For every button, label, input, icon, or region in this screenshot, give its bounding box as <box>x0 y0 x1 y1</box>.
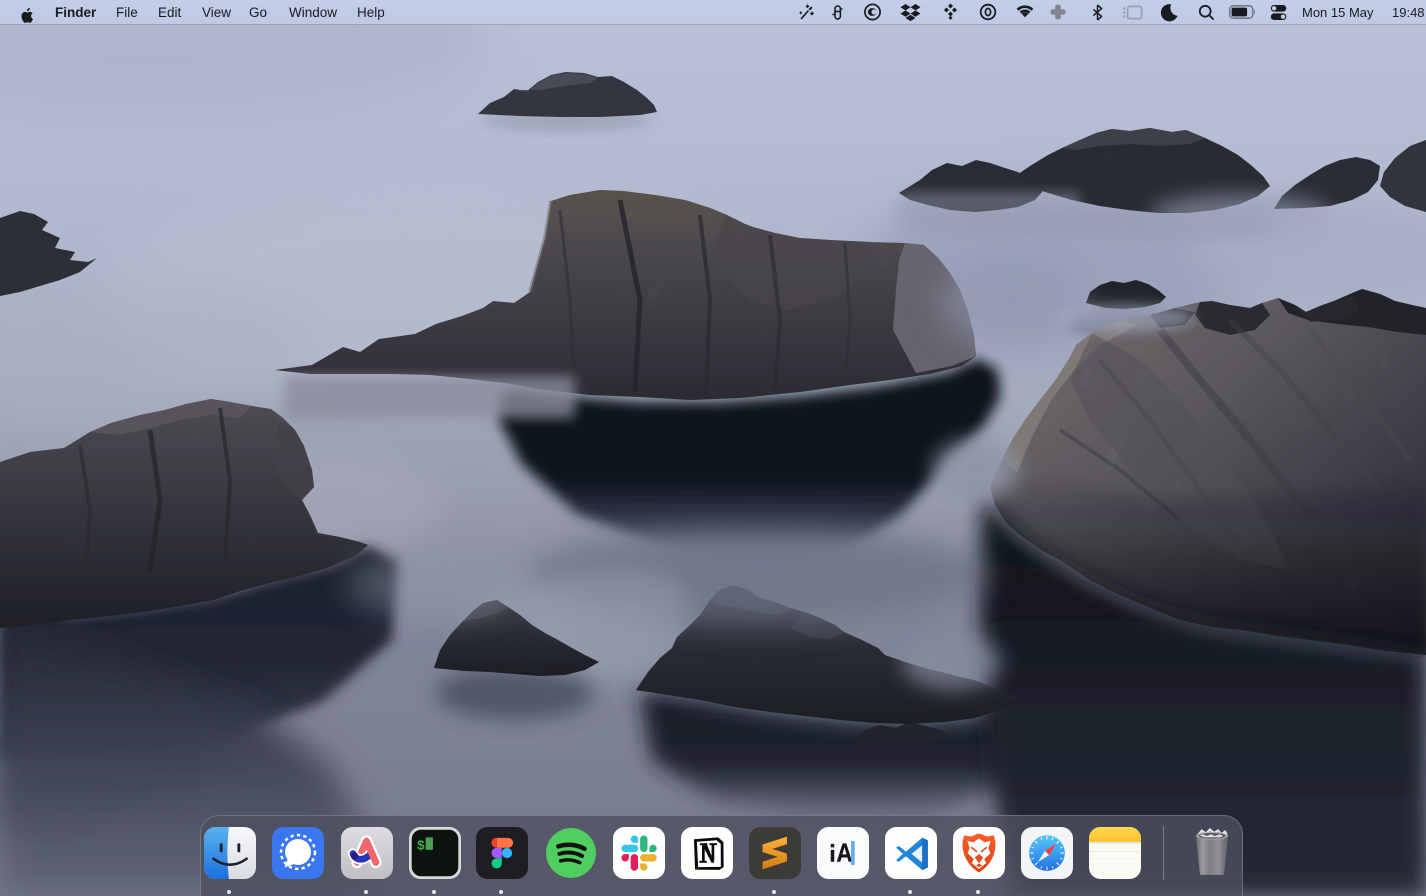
svg-text:$: $ <box>417 839 425 854</box>
